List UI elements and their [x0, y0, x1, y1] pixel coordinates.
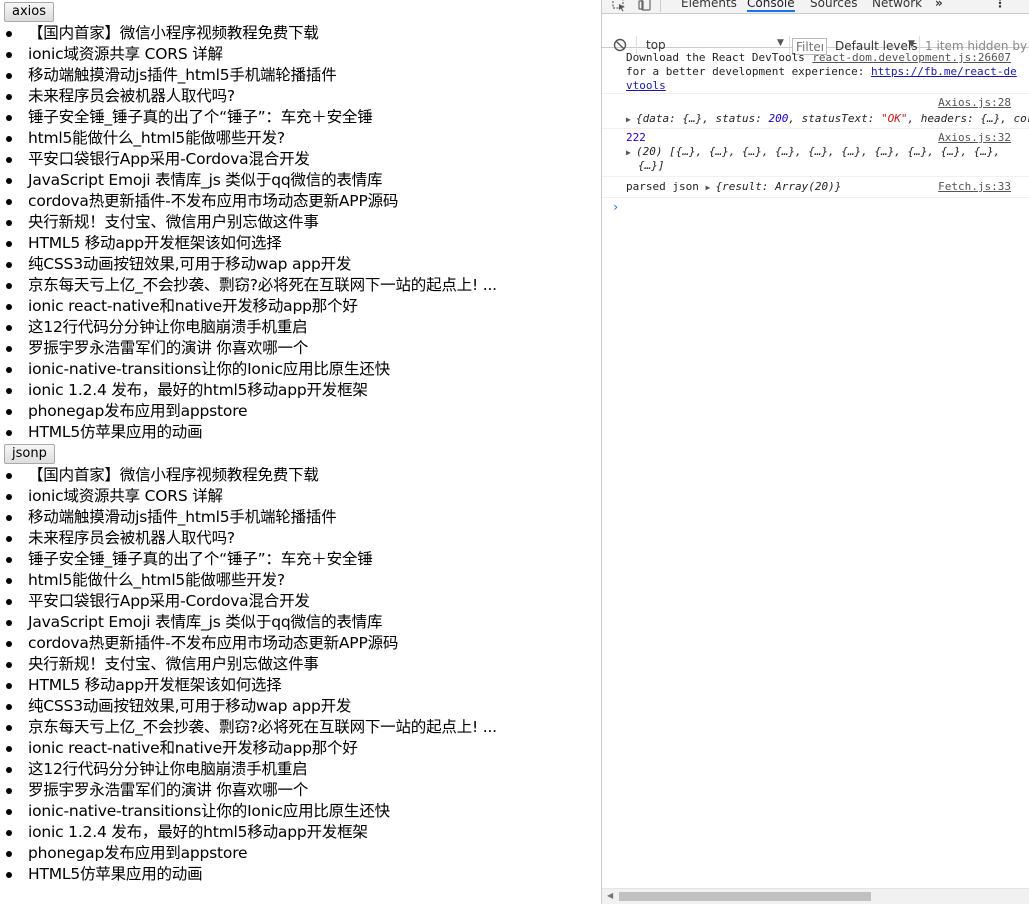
list-item: ionic 1.2.4 发布，最好的html5移动app开发框架: [6, 380, 601, 401]
tab-console[interactable]: Console: [747, 0, 795, 12]
list-item: 纯CSS3动画按钮效果,可用于移动wap app开发: [6, 254, 601, 275]
scroll-left-arrow-icon[interactable]: ◀: [607, 891, 613, 900]
prompt-caret-icon: ›: [612, 200, 620, 214]
list-item: 央行新规！支付宝、微信用户别忘做这件事: [6, 212, 601, 233]
list-item: 未来程序员会被机器人取代吗?: [6, 528, 601, 549]
list-item: 京东每天亏上亿_不会抄袭、剽窃?必将死在互联网下一站的起点上! ...: [6, 717, 601, 738]
jsonp-button[interactable]: jsonp: [4, 444, 55, 464]
expandable-array[interactable]: ▶ (20) [{…}, {…}, {…}, {…}, {…}, {…}, {…}…: [626, 145, 1000, 160]
list-item: 这12行代码分分钟让你电脑崩溃手机重启: [6, 759, 601, 780]
list-item: ionic react-native和native开发移动app那个好: [6, 296, 601, 317]
list-item: ionic 1.2.4 发布，最好的html5移动app开发框架: [6, 822, 601, 843]
array-preview: (20) [{…}, {…}, {…}, {…}, {…}, {…}, {…},…: [636, 145, 1001, 158]
list-item: 平安口袋银行App采用-Cordova混合开发: [6, 591, 601, 612]
list-item: 锤子安全锤_锤子真的出了个“锤子”：车充＋安全锤: [6, 549, 601, 570]
console-message: Fetch.js:33 parsed json ▶ {result: Array(…: [602, 177, 1029, 198]
web-page: axios 【国内首家】微信小程序视频教程免费下载 ionic域资源共享 CORS…: [0, 0, 601, 904]
list-item: cordova热更新插件-不发布应用市场动态更新APP源码: [6, 633, 601, 654]
inspect-element-icon[interactable]: [611, 0, 627, 12]
list-item: 罗振宇罗永浩雷军们的演讲 你喜欢哪一个: [6, 338, 601, 359]
devtools-tab-bar: Elements Console Sources Network » ⋮: [602, 0, 1029, 14]
dropdown-arrow-icon[interactable]: ▼: [777, 38, 784, 48]
tab-sources[interactable]: Sources: [810, 0, 857, 10]
list-item: ionic-native-transitions让你的Ionic应用比原生还快: [6, 359, 601, 380]
list-item: ionic域资源共享 CORS 详解: [6, 486, 601, 507]
list-item: cordova热更新插件-不发布应用市场动态更新APP源码: [6, 191, 601, 212]
list-item: html5能做什么_html5能做哪些开发?: [6, 570, 601, 591]
list-item: 未来程序员会被机器人取代吗?: [6, 86, 601, 107]
list-item: 【国内首家】微信小程序视频教程免费下载: [6, 23, 601, 44]
list-item: JavaScript Emoji 表情库_js 类似于qq微信的表情库: [6, 612, 601, 633]
list-item: 平安口袋银行App采用-Cordova混合开发: [6, 149, 601, 170]
list-item: HTML5仿苹果应用的动画: [6, 422, 601, 443]
message-text: parsed json: [626, 180, 706, 193]
message-source-link[interactable]: Fetch.js:33: [938, 180, 1011, 194]
status-value: 200: [768, 112, 789, 125]
device-toolbar-icon[interactable]: [637, 0, 653, 12]
logged-number: 222: [626, 131, 646, 144]
list-item: ionic-native-transitions让你的Ionic应用比原生还快: [6, 801, 601, 822]
scrollbar-thumb[interactable]: [619, 892, 871, 901]
list-item: 纯CSS3动画按钮效果,可用于移动wap app开发: [6, 696, 601, 717]
console-toolbar: top ▼ Default levels ▼ 1 item hidden by …: [602, 14, 1029, 55]
expand-triangle-icon[interactable]: ▶: [705, 181, 715, 195]
console-message: 222 Axios.js:32 ▶ (20) [{…}, {…}, {…}, {……: [602, 129, 1029, 177]
list-item: 这12行代码分分钟让你电脑崩溃手机重启: [6, 317, 601, 338]
list-item: 京东每天亏上亿_不会抄袭、剽窃?必将死在互联网下一站的起点上! ...: [6, 275, 601, 296]
list-item: phonegap发布应用到appstore: [6, 401, 601, 422]
axios-news-list: 【国内首家】微信小程序视频教程免费下载 ionic域资源共享 CORS 详解 移动端…: [0, 23, 601, 443]
list-item: 罗振宇罗永浩雷军们的演讲 你喜欢哪一个: [6, 780, 601, 801]
list-item: ionic域资源共享 CORS 详解: [6, 44, 601, 65]
axios-button[interactable]: axios: [4, 2, 54, 22]
list-item: HTML5仿苹果应用的动画: [6, 864, 601, 885]
tab-network[interactable]: Network: [872, 0, 922, 10]
horizontal-scrollbar[interactable]: ◀: [602, 888, 1029, 904]
message-source-link[interactable]: Axios.js:32: [938, 131, 1011, 145]
list-item: html5能做什么_html5能做哪些开发?: [6, 128, 601, 149]
console-message: react-dom.development.js:26607 Download …: [602, 49, 1029, 94]
list-item: 移动端触摸滑动js插件_html5手机端轮播插件: [6, 507, 601, 528]
list-item: HTML5 移动app开发框架该如何选择: [6, 675, 601, 696]
list-item: phonegap发布应用到appstore: [6, 843, 601, 864]
list-item: 锤子安全锤_锤子真的出了个“锤子”：车充＋安全锤: [6, 107, 601, 128]
message-link-continued[interactable]: vtools: [626, 79, 1029, 93]
array-preview-continued: {…}]: [638, 159, 665, 172]
object-preview: , headers: {…}, cor: [907, 112, 1029, 125]
message-source-link[interactable]: Axios.js:28: [938, 96, 1011, 110]
list-item: JavaScript Emoji 表情库_js 类似于qq微信的表情库: [6, 170, 601, 191]
list-item: 央行新规！支付宝、微信用户别忘做这件事: [6, 654, 601, 675]
tab-elements[interactable]: Elements: [681, 0, 737, 10]
status-text-value: "OK": [881, 112, 908, 125]
expand-triangle-icon[interactable]: ▶: [626, 146, 636, 160]
list-item: 【国内首家】微信小程序视频教程免费下载: [6, 465, 601, 486]
message-text: for a better development experience:: [626, 65, 865, 78]
devtools-panel: Elements Console Sources Network » ⋮ top…: [601, 0, 1029, 904]
console-messages: react-dom.development.js:26607 Download …: [602, 49, 1029, 888]
message-link[interactable]: https://fb.me/react-de: [871, 65, 1017, 78]
object-preview: {data: {…}, status:: [636, 112, 769, 125]
list-item: ionic react-native和native开发移动app那个好: [6, 738, 601, 759]
expandable-object[interactable]: ▶ {data: {…}, status: 200, statusText: "O…: [626, 112, 1029, 127]
kebab-menu-icon[interactable]: ⋮: [994, 0, 1006, 10]
chevron-double-right-icon[interactable]: »: [935, 0, 943, 10]
console-prompt[interactable]: ›: [602, 198, 1029, 218]
list-item: HTML5 移动app开发框架该如何选择: [6, 233, 601, 254]
object-preview[interactable]: {result: Array(20)}: [715, 180, 841, 193]
message-source-link[interactable]: react-dom.development.js:26607: [812, 51, 1011, 65]
expand-triangle-icon[interactable]: ▶: [626, 113, 636, 127]
object-preview: , statusText:: [788, 112, 882, 125]
dropdown-arrow-icon[interactable]: ▼: [908, 39, 915, 49]
list-item: 移动端触摸滑动js插件_html5手机端轮播插件: [6, 65, 601, 86]
console-message: Axios.js:28 ▶ {data: {…}, status: 200, st…: [602, 94, 1029, 129]
jsonp-news-list: 【国内首家】微信小程序视频教程免费下载 ionic域资源共享 CORS 详解 移动端…: [0, 465, 601, 885]
